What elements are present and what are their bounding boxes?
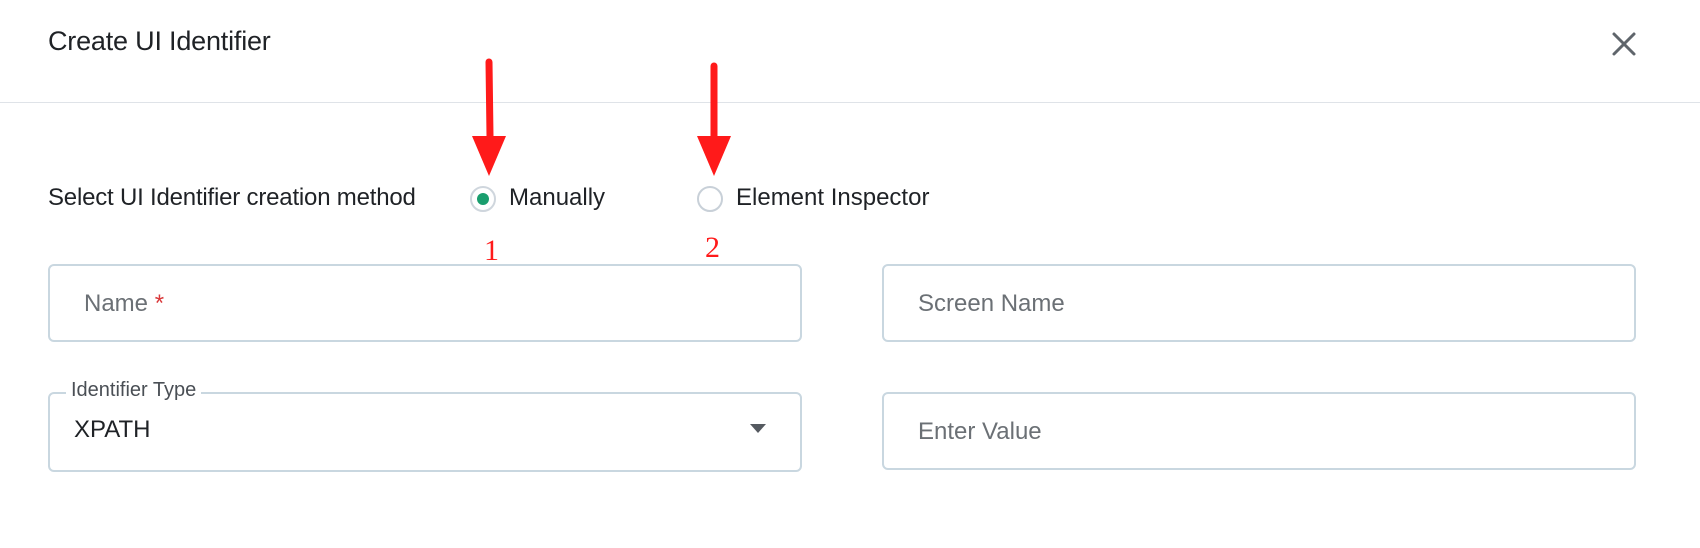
annotation-arrow-1 — [472, 58, 506, 176]
annotation-marker-1: 1 — [484, 234, 499, 267]
identifier-type-select[interactable]: Identifier Type XPATH — [48, 379, 802, 472]
radio-manually[interactable] — [470, 186, 496, 212]
identifier-type-value: XPATH — [74, 416, 151, 443]
name-placeholder-text: Name — [84, 290, 149, 317]
close-button[interactable] — [1604, 24, 1644, 64]
radio-element-inspector-label[interactable]: Element Inspector — [736, 184, 929, 212]
screen-name-input[interactable]: Screen Name — [882, 264, 1636, 342]
close-icon — [1612, 32, 1636, 56]
required-asterisk: * — [154, 290, 165, 317]
annotation-marker-2: 2 — [705, 231, 720, 264]
radio-selected-dot — [477, 193, 489, 205]
name-input[interactable]: Name * — [48, 264, 802, 342]
dialog-title: Create UI Identifier — [48, 26, 271, 56]
identifier-type-label: Identifier Type — [66, 379, 202, 402]
identifier-value-input[interactable]: Enter Value — [882, 392, 1636, 470]
radio-element-inspector[interactable] — [697, 186, 723, 212]
dialog-header: Create UI Identifier — [0, 0, 1700, 103]
chevron-down-icon[interactable] — [750, 424, 766, 433]
screen-name-placeholder: Screen Name — [918, 290, 1065, 317]
identifier-value-placeholder: Enter Value — [918, 418, 1042, 445]
creation-method-label: Select UI Identifier creation method — [48, 184, 416, 211]
create-ui-identifier-dialog: Create UI Identifier Select UI Identifie… — [0, 0, 1700, 548]
radio-manually-label[interactable]: Manually — [509, 184, 605, 212]
name-placeholder: Name * — [84, 290, 164, 318]
annotation-arrow-2 — [697, 62, 731, 176]
